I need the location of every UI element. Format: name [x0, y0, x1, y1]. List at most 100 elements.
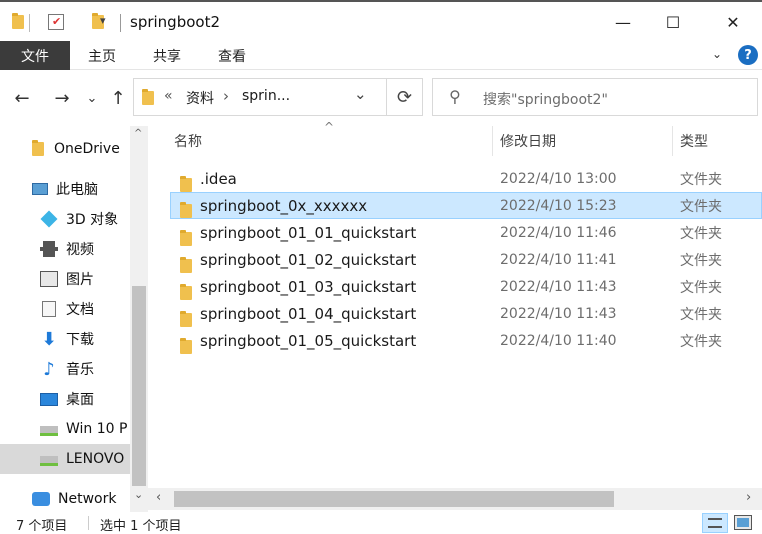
sidebar-item-documents[interactable]: 文档 [0, 294, 130, 324]
window-title: springboot2 [130, 13, 220, 31]
table-row[interactable]: springboot_01_01_quickstart 2022/4/10 11… [170, 219, 762, 246]
table-row[interactable]: springboot_01_03_quickstart 2022/4/10 11… [170, 273, 762, 300]
table-row[interactable]: .idea 2022/4/10 13:00 文件夹 [170, 165, 762, 192]
item-count: 7 个项目 [16, 519, 68, 534]
help-icon[interactable]: ? [738, 45, 758, 65]
folder-icon [180, 283, 192, 300]
column-header-date[interactable]: 修改日期 [500, 126, 670, 156]
sidebar-item-music[interactable]: ♪ 音乐 [0, 354, 130, 384]
sidebar-item-win10-drive[interactable]: Win 10 P [0, 414, 130, 444]
horizontal-scrollbar-thumb[interactable] [174, 491, 614, 507]
folder-icon [180, 337, 192, 354]
pictures-icon [40, 271, 58, 287]
up-button[interactable]: ↑ [106, 86, 130, 110]
search-icon: ⚲ [449, 87, 461, 106]
scroll-left-icon[interactable]: ‹ [156, 490, 161, 505]
folder-icon [12, 13, 24, 29]
tab-view[interactable]: 查看 [202, 41, 262, 70]
tab-share[interactable]: 共享 [136, 41, 198, 70]
table-row[interactable]: springboot_01_04_quickstart 2022/4/10 11… [170, 300, 762, 327]
file-list: ^ 名称 修改日期 类型 .idea 2022/4/10 13:00 文件夹 s… [148, 120, 762, 486]
tab-file[interactable]: 文件 [0, 41, 70, 70]
folder-icon [142, 89, 154, 105]
sidebar-item-onedrive[interactable]: OneDrive [0, 134, 130, 164]
column-divider[interactable] [672, 126, 673, 156]
address-bar[interactable]: « 资料 › sprin... ⌄ ⟳ [133, 78, 423, 116]
breadcrumb-item[interactable]: sprin... [242, 88, 290, 104]
folder-icon [180, 229, 192, 246]
table-row[interactable]: springboot_01_02_quickstart 2022/4/10 11… [170, 246, 762, 273]
table-row[interactable]: springboot_01_05_quickstart 2022/4/10 11… [170, 327, 762, 354]
file-date: 2022/4/10 11:40 [500, 332, 617, 349]
scroll-right-icon[interactable]: › [746, 490, 751, 505]
computer-icon [32, 183, 48, 195]
breadcrumb-item[interactable]: 资料 [186, 88, 214, 108]
divider [29, 14, 30, 32]
maximize-button[interactable]: ☐ [650, 2, 696, 43]
folder-icon [180, 310, 192, 327]
documents-icon [42, 301, 56, 317]
3d-objects-icon [40, 210, 58, 228]
quick-access-dropdown-icon[interactable]: ▾ [100, 14, 106, 27]
selection-count: 选中 1 个项目 [100, 519, 182, 534]
file-type: 文件夹 [680, 252, 722, 269]
table-row[interactable]: springboot_0x_xxxxxx 2022/4/10 15:23 文件夹 [170, 192, 762, 219]
file-name: springboot_0x_xxxxxx [200, 196, 368, 215]
folder-icon [32, 140, 44, 156]
search-input[interactable]: ⚲ 搜索"springboot2" [432, 78, 758, 116]
file-date: 2022/4/10 11:41 [500, 251, 617, 268]
breadcrumb-overflow[interactable]: « [164, 88, 173, 104]
back-button[interactable]: ← [10, 86, 34, 110]
column-header-name[interactable]: 名称 [174, 126, 494, 156]
address-dropdown-button[interactable]: ⌄ [354, 85, 367, 103]
sidebar-item-label: OneDrive [54, 141, 120, 157]
file-name: springboot_01_05_quickstart [200, 331, 417, 350]
large-icons-view-button[interactable] [734, 515, 752, 530]
sidebar-item-lenovo-drive[interactable]: LENOVO [0, 444, 130, 474]
file-type: 文件夹 [680, 333, 722, 350]
network-icon [32, 492, 50, 506]
details-view-button[interactable] [702, 513, 728, 533]
sidebar-item-label: 文档 [66, 302, 94, 318]
sidebar-scrollbar-thumb[interactable] [132, 286, 146, 486]
file-name: springboot_01_04_quickstart [200, 304, 417, 323]
sidebar-item-label: LENOVO [66, 451, 125, 467]
file-type: 文件夹 [680, 279, 722, 296]
sidebar-item-downloads[interactable]: ⬇ 下载 [0, 324, 130, 354]
download-icon: ⬇ [41, 328, 57, 350]
sidebar-item-desktop[interactable]: 桌面 [0, 384, 130, 414]
folder-icon [180, 175, 192, 192]
sidebar-item-this-pc[interactable]: 此电脑 [0, 174, 130, 204]
properties-icon[interactable]: ✔ [48, 14, 64, 30]
sidebar-item-videos[interactable]: 视频 [0, 234, 130, 264]
sidebar-item-label: 桌面 [66, 392, 94, 408]
drive-icon [40, 456, 58, 466]
column-divider[interactable] [492, 126, 493, 156]
tab-home[interactable]: 主页 [72, 41, 132, 70]
scroll-down-icon[interactable]: ⌄ [134, 488, 143, 501]
column-header-type[interactable]: 类型 [680, 126, 760, 156]
close-button[interactable]: ✕ [710, 2, 756, 43]
sidebar-item-pictures[interactable]: 图片 [0, 264, 130, 294]
forward-button[interactable]: → [50, 86, 74, 110]
file-type: 文件夹 [680, 306, 722, 323]
divider [120, 14, 121, 32]
sidebar-item-label: Win 10 P [66, 421, 128, 437]
chevron-down-icon[interactable]: ⌄ [712, 47, 722, 61]
file-type: 文件夹 [680, 225, 722, 242]
sidebar-item-label: 下载 [66, 332, 94, 348]
sidebar-item-network[interactable]: Network [0, 484, 130, 514]
horizontal-scrollbar[interactable]: ‹ › [148, 488, 762, 510]
file-name: springboot_01_03_quickstart [200, 277, 417, 296]
title-bar: ✔ ▾ springboot2 — ☐ ✕ [0, 0, 762, 43]
sidebar-item-label: 音乐 [66, 362, 94, 378]
details-view-icon [708, 518, 722, 528]
scroll-up-icon[interactable]: ^ [134, 128, 142, 139]
sidebar-item-3d-objects[interactable]: 3D 对象 [0, 204, 130, 234]
refresh-button[interactable]: ⟳ [386, 79, 422, 115]
recent-locations-button[interactable]: ⌄ [80, 86, 104, 110]
sidebar-item-label: 此电脑 [56, 182, 98, 198]
breadcrumb-separator[interactable]: › [223, 87, 229, 105]
divider [88, 516, 89, 530]
minimize-button[interactable]: — [600, 2, 646, 43]
